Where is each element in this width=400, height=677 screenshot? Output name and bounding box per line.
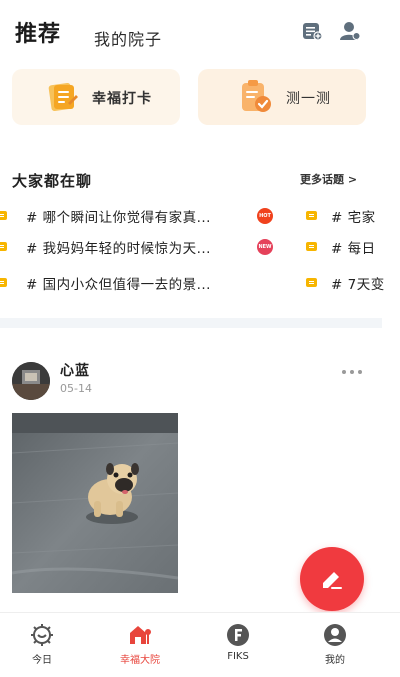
- tab-recommend[interactable]: 推荐: [15, 16, 61, 48]
- avatar[interactable]: [12, 362, 50, 400]
- compose-button[interactable]: [300, 547, 364, 611]
- quiz-label: 测一测: [286, 91, 331, 107]
- tab-courtyard[interactable]: 幸福大院: [100, 613, 180, 677]
- tab-label: FIKS: [227, 651, 249, 662]
- new-badge-icon: NEW: [257, 239, 273, 255]
- edit-icon: [323, 572, 342, 589]
- quiz-icon: [238, 79, 274, 115]
- tab-my-courtyard[interactable]: 我的院子: [94, 26, 162, 50]
- user-icon[interactable]: [339, 20, 361, 42]
- more-options-icon[interactable]: [342, 370, 364, 376]
- checkin-icon: [46, 81, 80, 113]
- tab-profile[interactable]: 我的: [295, 613, 375, 677]
- topic-link[interactable]: # 我妈妈年轻的时候惊为天...: [26, 237, 211, 257]
- post-author[interactable]: 心蓝: [60, 360, 90, 380]
- today-icon: [30, 623, 54, 647]
- bottom-tab-bar: 今日 幸福大院 FIKS 我的: [0, 612, 400, 677]
- top-header: 推荐 我的院子: [0, 0, 400, 60]
- topic-flag-icon: [306, 211, 317, 220]
- topic-flag-icon: [306, 242, 317, 251]
- feature-cards: 幸福打卡 测一测: [12, 69, 372, 125]
- topic-link[interactable]: # 宅家: [331, 206, 376, 226]
- profile-icon: [323, 623, 347, 647]
- topics-list: # 哪个瞬间让你觉得有家真... HOT # 宅家 # 我妈妈年轻的时候惊为天.…: [0, 200, 400, 300]
- post-date: 05-14: [60, 382, 92, 395]
- topic-link[interactable]: # 国内小众但值得一去的景...: [26, 273, 211, 293]
- post-photo[interactable]: [12, 413, 178, 593]
- topic-row: # 国内小众但值得一去的景... # 7天变: [0, 273, 400, 293]
- courtyard-icon: [128, 623, 152, 647]
- section-divider: [0, 318, 382, 328]
- notes-icon[interactable]: [301, 20, 323, 42]
- fiks-icon: [226, 623, 250, 647]
- topic-flag-icon: [0, 242, 7, 251]
- topic-link[interactable]: # 哪个瞬间让你觉得有家真...: [26, 206, 211, 226]
- topic-flag-icon: [0, 278, 7, 287]
- topic-link[interactable]: # 每日: [331, 237, 376, 257]
- checkin-label: 幸福打卡: [92, 91, 152, 107]
- tab-fiks[interactable]: FIKS: [198, 613, 278, 677]
- tab-today[interactable]: 今日: [2, 613, 82, 677]
- topic-row: # 哪个瞬间让你觉得有家真... HOT # 宅家: [0, 206, 400, 226]
- topic-link[interactable]: # 7天变: [331, 273, 385, 293]
- quiz-card[interactable]: 测一测: [198, 69, 366, 125]
- topics-section-title: 大家都在聊: [12, 172, 93, 190]
- topic-row: # 我妈妈年轻的时候惊为天... NEW # 每日: [0, 237, 400, 257]
- tab-label: 今日: [32, 655, 52, 666]
- topic-flag-icon: [306, 278, 317, 287]
- hot-badge-icon: HOT: [257, 208, 273, 224]
- more-topics-link[interactable]: 更多话题 >: [300, 171, 357, 187]
- checkin-card[interactable]: 幸福打卡: [12, 69, 180, 125]
- tab-label: 幸福大院: [120, 655, 160, 666]
- topic-flag-icon: [0, 211, 7, 220]
- tab-label: 我的: [325, 655, 345, 666]
